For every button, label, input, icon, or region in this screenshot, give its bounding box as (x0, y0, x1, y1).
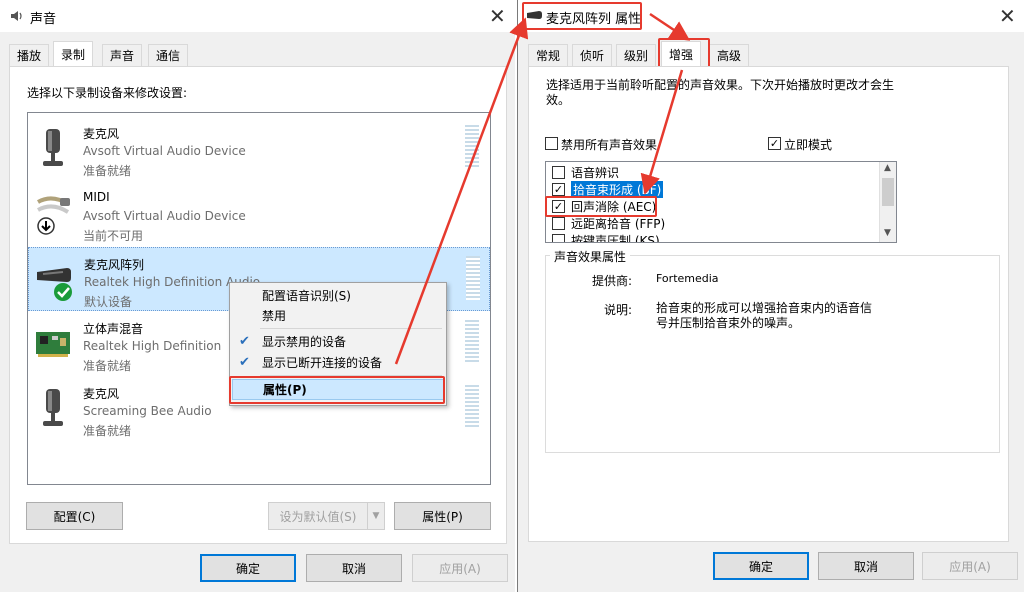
annotation-arrows (394, 12, 691, 365)
arrow-to-effect (640, 69, 684, 195)
arrow-to-tab (649, 12, 691, 41)
arrow-to-title (394, 17, 529, 365)
